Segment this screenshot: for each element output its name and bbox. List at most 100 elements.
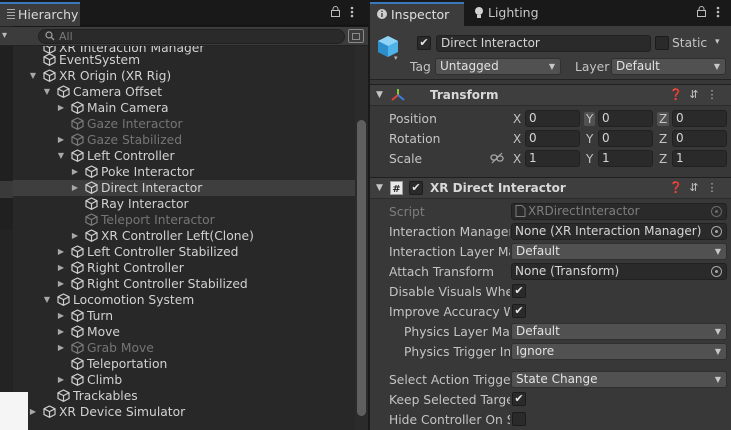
hierarchy-row[interactable]: ▶ Turn bbox=[13, 308, 355, 324]
component-menu-icon[interactable]: ⋮ bbox=[703, 181, 721, 194]
expand-arrow-open-icon[interactable]: ▼ bbox=[42, 84, 52, 100]
rotation-y-field[interactable]: 0 bbox=[598, 130, 653, 147]
help-icon[interactable]: ❓ bbox=[667, 88, 685, 101]
inspector-lock-icon[interactable] bbox=[697, 6, 706, 20]
hierarchy-row[interactable]: ▶ Direct Interactor bbox=[13, 180, 355, 196]
icon-dropdown-caret[interactable]: ▾ bbox=[394, 54, 398, 62]
toggle-checkbox[interactable]: ✔ bbox=[512, 304, 526, 318]
expand-arrow-closed-icon[interactable]: ▶ bbox=[70, 228, 80, 244]
collapse-arrow-icon[interactable]: ▼ bbox=[376, 90, 383, 100]
expand-arrow-closed-icon[interactable]: ▶ bbox=[70, 164, 80, 180]
layer-dropdown[interactable]: Default ▼ bbox=[611, 58, 726, 75]
position-z-axis[interactable]: Z bbox=[657, 112, 670, 126]
expand-arrow-closed-icon[interactable]: ▶ bbox=[56, 308, 66, 324]
component-menu-icon[interactable]: ⋮ bbox=[703, 88, 721, 101]
hierarchy-row[interactable]: ▶ Gaze Stabilized bbox=[13, 132, 355, 148]
hierarchy-row[interactable]: ▼ Left Controller bbox=[13, 148, 355, 164]
static-checkbox[interactable] bbox=[655, 36, 669, 50]
scale-z-axis[interactable]: Z bbox=[659, 152, 667, 166]
tab-hierarchy[interactable]: Hierarchy bbox=[0, 2, 80, 26]
expand-arrow-closed-icon[interactable]: ▶ bbox=[56, 276, 66, 292]
expand-arrow-closed-icon[interactable]: ▶ bbox=[70, 180, 80, 196]
xr-direct-interactor-header[interactable]: ▼ # ✔ XR Direct Interactor ❓ ⇵ ⋮ bbox=[370, 177, 731, 199]
presets-icon[interactable]: ⇵ bbox=[685, 88, 703, 101]
lock-icon[interactable] bbox=[331, 6, 340, 20]
toggle-checkbox[interactable]: ✔ bbox=[512, 284, 526, 298]
position-y-field[interactable]: 0 bbox=[598, 110, 653, 127]
hierarchy-row[interactable]: Teleportation bbox=[13, 356, 355, 372]
rotation-y-axis[interactable]: Y bbox=[586, 132, 593, 146]
hierarchy-row[interactable]: ▶ Main Camera bbox=[13, 100, 355, 116]
expand-arrow-closed-icon[interactable]: ▶ bbox=[56, 244, 66, 260]
rotation-z-field[interactable]: 0 bbox=[672, 130, 727, 147]
toggle-checkbox[interactable]: ✔ bbox=[512, 392, 526, 406]
hierarchy-row[interactable]: Teleport Interactor bbox=[13, 212, 355, 228]
expand-arrow-open-icon[interactable]: ▼ bbox=[28, 68, 38, 84]
rotation-x-axis[interactable]: X bbox=[513, 132, 521, 146]
scale-y-axis[interactable]: Y bbox=[586, 152, 593, 166]
hierarchy-row[interactable]: ▶ Right Controller Stabilized bbox=[13, 276, 355, 292]
hierarchy-row[interactable]: ▶ XR Device Simulator bbox=[13, 404, 355, 420]
component-enabled-checkbox[interactable]: ✔ bbox=[409, 181, 423, 195]
search-input[interactable] bbox=[59, 30, 329, 43]
hierarchy-row[interactable]: ▶ XR Controller Left(Clone) bbox=[13, 228, 355, 244]
expand-arrow-open-icon[interactable]: ▼ bbox=[42, 292, 52, 308]
position-x-axis[interactable]: X bbox=[513, 112, 521, 126]
help-icon[interactable]: ❓ bbox=[667, 181, 685, 194]
object-field[interactable]: None (XR Interaction Manager) bbox=[511, 223, 727, 240]
transform-header[interactable]: ▼ Transform ❓ ⇵ ⋮ bbox=[370, 84, 731, 106]
tab-inspector[interactable]: Inspector bbox=[370, 2, 464, 26]
position-x-field[interactable]: 0 bbox=[525, 110, 580, 127]
object-picker-icon[interactable] bbox=[711, 266, 722, 277]
scale-x-field[interactable]: 1 bbox=[525, 150, 580, 167]
hierarchy-row[interactable]: Gaze Interactor bbox=[13, 116, 355, 132]
hierarchy-row[interactable]: ▼ Camera Offset bbox=[13, 84, 355, 100]
hierarchy-row[interactable]: EventSystem bbox=[13, 52, 355, 68]
hierarchy-row[interactable]: Ray Interactor bbox=[13, 196, 355, 212]
hierarchy-row[interactable]: ▶ Right Controller bbox=[13, 260, 355, 276]
hierarchy-row[interactable]: ▶ Move bbox=[13, 324, 355, 340]
rotation-z-axis[interactable]: Z bbox=[659, 132, 667, 146]
hierarchy-row[interactable]: ▶ Climb bbox=[13, 372, 355, 388]
expand-arrow-open-icon[interactable]: ▼ bbox=[56, 148, 66, 164]
scrollbar-thumb[interactable] bbox=[357, 120, 366, 416]
collapse-arrow-icon[interactable]: ▼ bbox=[376, 183, 383, 193]
dropdown-field[interactable]: Default ▼ bbox=[511, 243, 727, 260]
hierarchy-row[interactable]: ▶ Poke Interactor bbox=[13, 164, 355, 180]
position-y-axis[interactable]: Y bbox=[584, 112, 596, 126]
dropdown-field[interactable]: Default ▼ bbox=[511, 323, 727, 340]
dropdown-field[interactable]: Ignore ▼ bbox=[511, 343, 727, 360]
rotation-x-field[interactable]: 0 bbox=[525, 130, 580, 147]
hierarchy-row[interactable]: ▶ Left Controller Stabilized bbox=[13, 244, 355, 260]
hierarchy-search[interactable] bbox=[38, 29, 345, 44]
constrain-proportions-icon[interactable] bbox=[490, 152, 504, 167]
scale-y-field[interactable]: 1 bbox=[598, 150, 653, 167]
active-checkbox[interactable]: ✔ bbox=[417, 36, 431, 50]
hierarchy-scrollbar[interactable] bbox=[355, 46, 368, 430]
create-dropdown-icon[interactable]: ▾ bbox=[2, 30, 7, 41]
static-dropdown-caret[interactable]: ▾ bbox=[715, 37, 720, 47]
hierarchy-row[interactable]: Trackables bbox=[13, 388, 355, 404]
expand-arrow-closed-icon[interactable]: ▶ bbox=[56, 372, 66, 388]
scale-x-axis[interactable]: X bbox=[513, 152, 521, 166]
more-options-icon[interactable] bbox=[350, 6, 354, 21]
scene-visibility-icon[interactable] bbox=[348, 29, 364, 43]
expand-arrow-closed-icon[interactable]: ▶ bbox=[56, 260, 66, 276]
expand-arrow-closed-icon[interactable]: ▶ bbox=[28, 404, 38, 420]
toggle-checkbox[interactable] bbox=[512, 412, 526, 426]
hierarchy-row[interactable]: ▼ XR Origin (XR Rig) bbox=[13, 68, 355, 84]
object-picker-icon[interactable] bbox=[711, 206, 722, 217]
expand-arrow-closed-icon[interactable]: ▶ bbox=[56, 340, 66, 356]
expand-arrow-closed-icon[interactable]: ▶ bbox=[56, 100, 66, 116]
expand-arrow-closed-icon[interactable]: ▶ bbox=[56, 132, 66, 148]
gameobject-name-field[interactable]: Direct Interactor bbox=[436, 35, 651, 52]
object-picker-icon[interactable] bbox=[711, 226, 722, 237]
object-field[interactable]: None (Transform) bbox=[511, 263, 727, 280]
tag-dropdown[interactable]: Untagged ▼ bbox=[435, 58, 561, 75]
hierarchy-row[interactable]: ▶ Grab Move bbox=[13, 340, 355, 356]
tab-lighting[interactable]: Lighting bbox=[468, 2, 558, 26]
presets-icon[interactable]: ⇵ bbox=[685, 181, 703, 194]
scale-z-field[interactable]: 1 bbox=[672, 150, 727, 167]
hierarchy-row[interactable]: ▼ Locomotion System bbox=[13, 292, 355, 308]
dropdown-field[interactable]: State Change ▼ bbox=[511, 371, 727, 388]
